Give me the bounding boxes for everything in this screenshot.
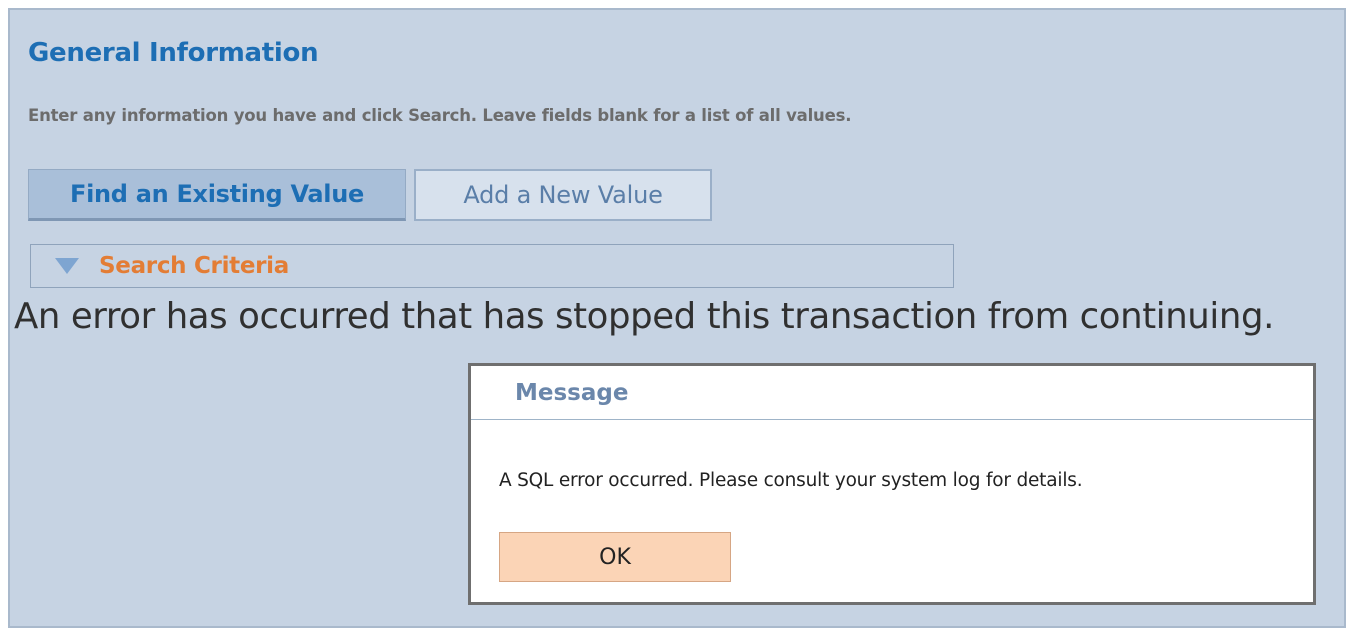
ok-button[interactable]: OK — [499, 532, 731, 582]
tab-add-new-value[interactable]: Add a New Value — [414, 169, 712, 221]
expand-triangle-icon — [55, 258, 79, 274]
dialog-title-bar: Message — [471, 366, 1313, 420]
search-criteria-header[interactable]: Search Criteria — [30, 244, 954, 288]
error-message: An error has occurred that has stopped t… — [14, 296, 1274, 337]
instructions-text: Enter any information you have and click… — [28, 106, 852, 125]
dialog-title: Message — [515, 380, 629, 406]
search-criteria-label: Search Criteria — [99, 253, 289, 279]
general-information-panel: General Information Enter any informatio… — [8, 8, 1346, 628]
message-dialog: Message A SQL error occurred. Please con… — [468, 363, 1316, 605]
tab-find-existing-value[interactable]: Find an Existing Value — [28, 169, 406, 221]
page-title: General Information — [28, 38, 319, 68]
dialog-message: A SQL error occurred. Please consult you… — [499, 470, 1083, 491]
